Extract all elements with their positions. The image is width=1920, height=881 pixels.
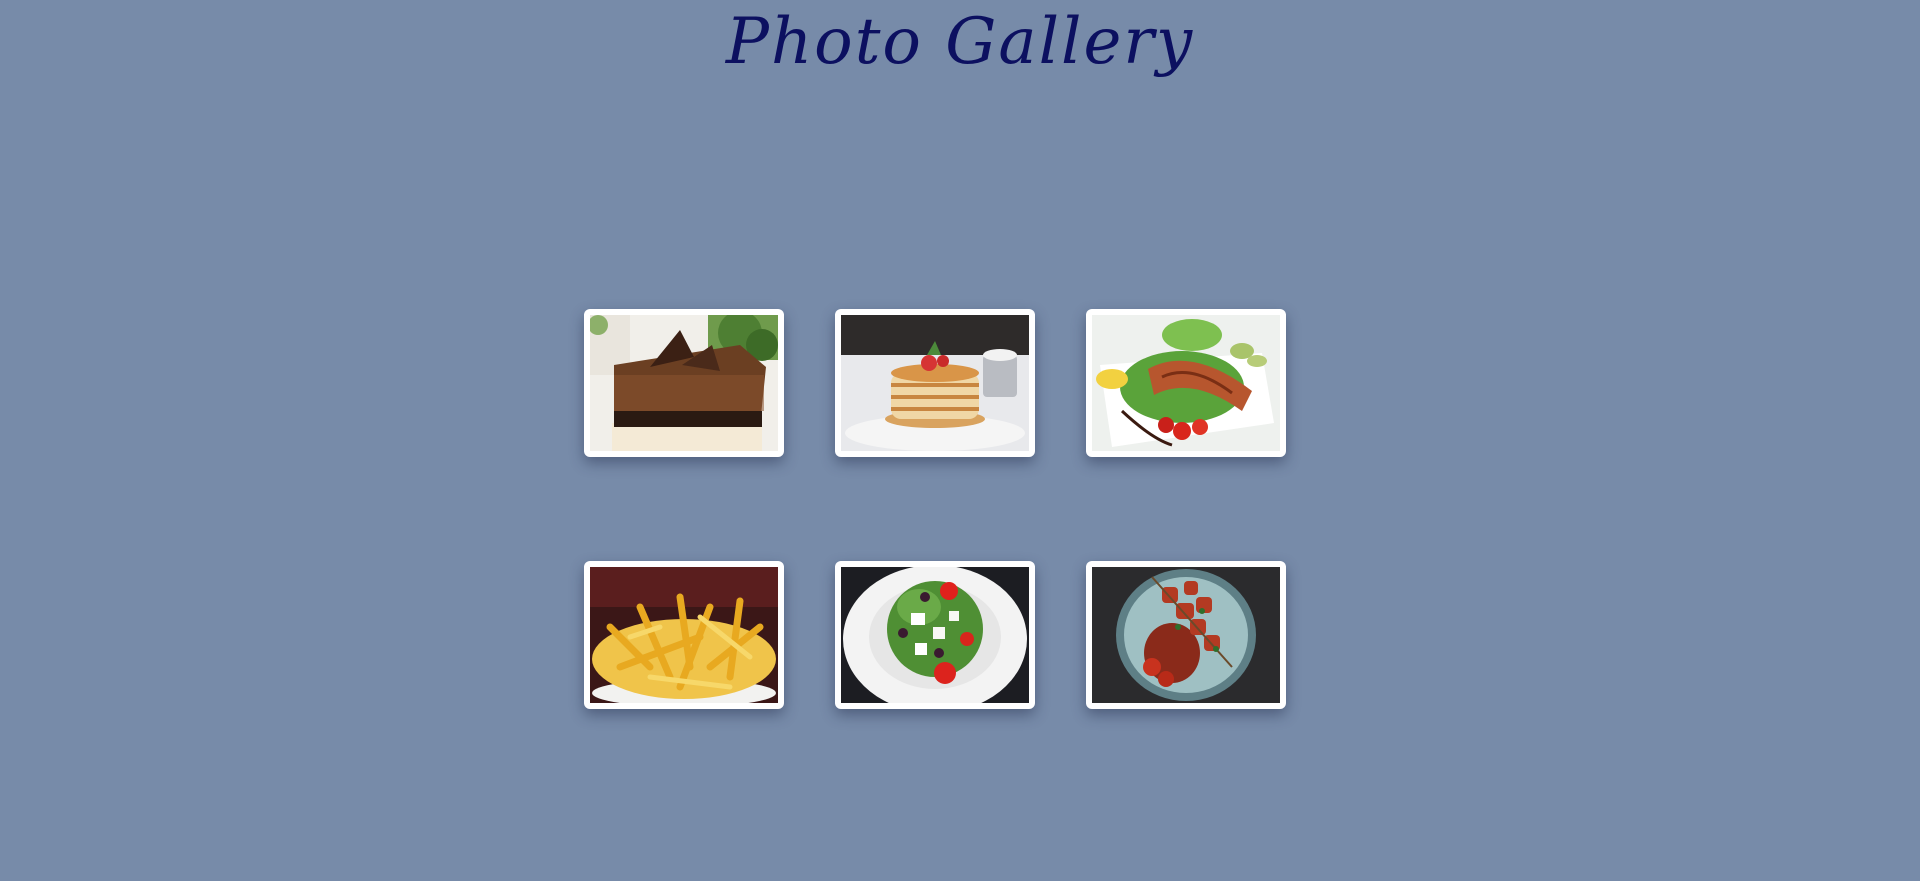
photo-card-fries[interactable] <box>584 561 784 709</box>
photo-card-chocolate-cake[interactable] <box>584 309 784 457</box>
greek-salad-photo <box>841 567 1029 703</box>
pancakes-photo <box>841 315 1029 451</box>
french-fries-photo <box>590 567 778 703</box>
meat-skewers-photo <box>1092 567 1280 703</box>
photo-card-greek-salad[interactable] <box>835 561 1035 709</box>
chocolate-cake-photo <box>590 315 778 451</box>
page-title: Photo Gallery <box>725 5 1195 79</box>
salmon-salad-photo <box>1092 315 1280 451</box>
photo-card-pancakes[interactable] <box>835 309 1035 457</box>
photo-card-skewers[interactable] <box>1086 561 1286 709</box>
photo-gallery-grid <box>584 309 1286 709</box>
photo-card-salmon[interactable] <box>1086 309 1286 457</box>
